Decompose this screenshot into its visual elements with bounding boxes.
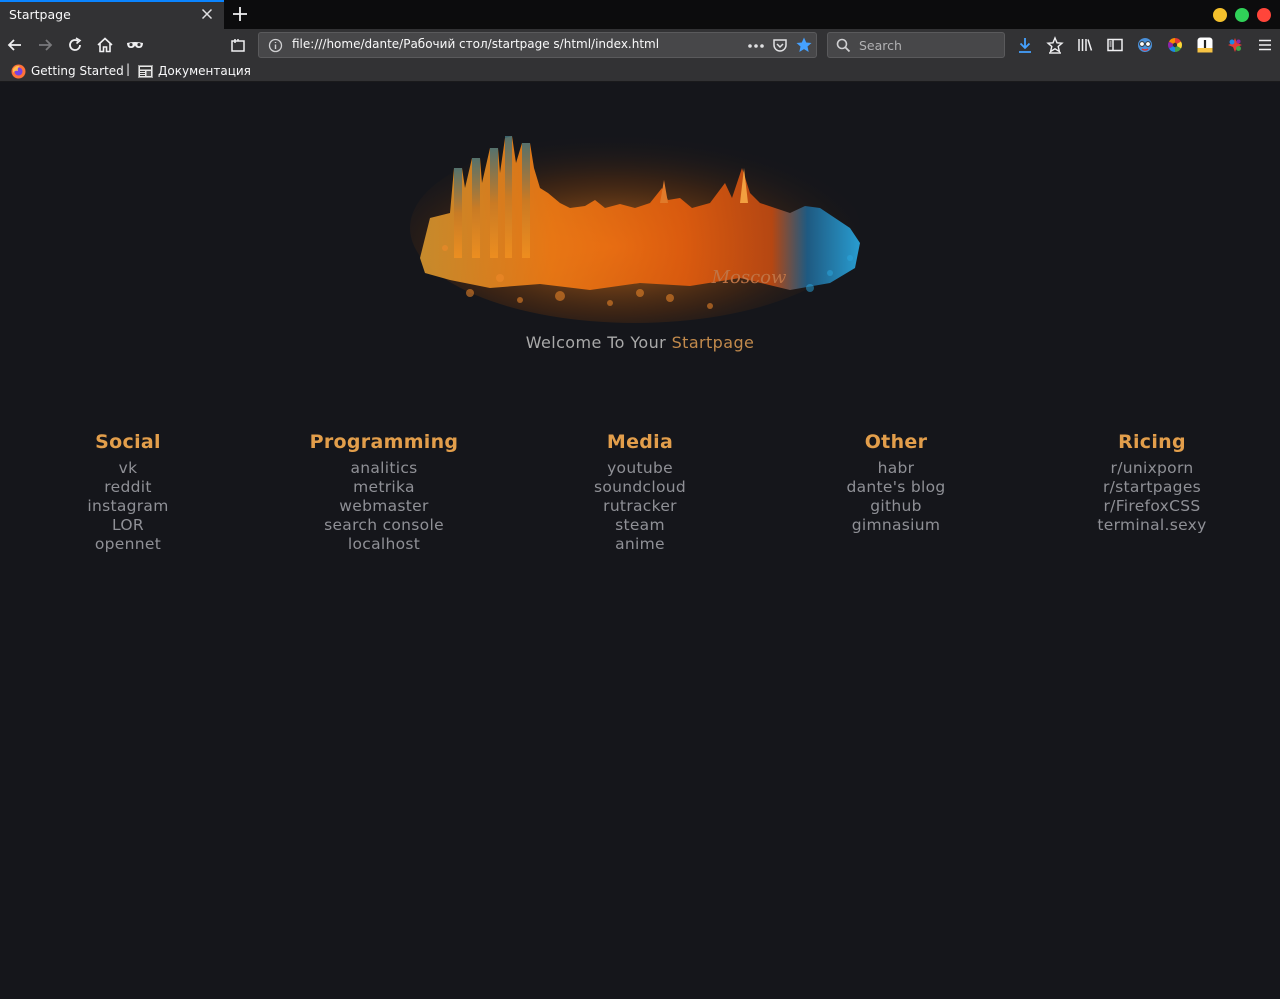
- column-programming: Programming analitics metrika webmaster …: [256, 431, 512, 554]
- bookmark-getting-started[interactable]: Getting Started: [11, 63, 124, 79]
- column-ricing: Ricing r/unixporn r/startpages r/Firefox…: [1024, 431, 1280, 535]
- bookmark-label: Документация: [158, 64, 251, 78]
- link-steam[interactable]: steam: [512, 516, 768, 535]
- bookmark-label: Getting Started: [31, 64, 124, 78]
- navigation-toolbar: file:///home/dante/Рабочий стол/startpag…: [0, 29, 1280, 61]
- link-terminal-sexy[interactable]: terminal.sexy: [1024, 516, 1280, 535]
- column-media: Media youtube soundcloud rutracker steam…: [512, 431, 768, 554]
- extension-glasses-icon[interactable]: [1135, 35, 1155, 55]
- bookmark-star-toolbar-icon[interactable]: [1045, 35, 1065, 55]
- tab-title: Startpage: [9, 7, 71, 22]
- bookmarks-toolbar: Getting Started | Документация: [0, 61, 1280, 82]
- pocket-icon[interactable]: [772, 37, 788, 53]
- bookmark-separator: |: [126, 62, 131, 76]
- sidebar-icon[interactable]: [1105, 35, 1125, 55]
- link-r-firefoxcss[interactable]: r/FirefoxCSS: [1024, 497, 1280, 516]
- minimize-button[interactable]: [1213, 8, 1227, 22]
- url-text: file:///home/dante/Рабочий стол/startpag…: [292, 37, 660, 51]
- link-opennet[interactable]: opennet: [0, 535, 256, 554]
- link-youtube[interactable]: youtube: [512, 459, 768, 478]
- link-github[interactable]: github: [768, 497, 1024, 516]
- sidebar-page-icon[interactable]: [228, 35, 248, 55]
- startpage-content: Moscow Welcome To Your Startpage Social …: [0, 82, 1280, 999]
- reload-icon[interactable]: [65, 35, 85, 55]
- menu-hamburger-icon[interactable]: [1255, 35, 1275, 55]
- private-mask-icon[interactable]: [125, 35, 145, 55]
- firefox-icon: [11, 64, 26, 78]
- color-picker-extension-icon[interactable]: [1165, 35, 1185, 55]
- link-reddit[interactable]: reddit: [0, 478, 256, 497]
- welcome-accent: Startpage: [671, 333, 755, 352]
- column-other: Other habr dante's blog github gimnasium: [768, 431, 1024, 535]
- bookmark-star-icon[interactable]: [795, 36, 813, 54]
- link-dantes-blog[interactable]: dante's blog: [768, 478, 1024, 497]
- doc-icon: [138, 64, 153, 78]
- search-icon: [836, 38, 851, 53]
- column-title: Social: [95, 431, 161, 453]
- close-tab-icon[interactable]: [199, 6, 215, 22]
- downloads-icon[interactable]: [1015, 35, 1035, 55]
- extension-puzzle-icon[interactable]: [1225, 35, 1245, 55]
- forward-icon[interactable]: [35, 35, 55, 55]
- link-soundcloud[interactable]: soundcloud: [512, 478, 768, 497]
- column-title: Ricing: [1118, 431, 1186, 453]
- link-localhost[interactable]: localhost: [256, 535, 512, 554]
- column-social: Social vk reddit instagram LOR opennet: [0, 431, 256, 554]
- link-gimnasium[interactable]: gimnasium: [768, 516, 1024, 535]
- hero-caption: Moscow: [711, 267, 787, 288]
- search-placeholder: Search: [859, 38, 902, 53]
- column-title: Programming: [309, 431, 459, 453]
- link-vk[interactable]: vk: [0, 459, 256, 478]
- column-title: Other: [864, 431, 928, 453]
- welcome-prefix: Welcome To Your: [525, 333, 667, 352]
- tab-startpage[interactable]: Startpage: [0, 0, 224, 29]
- link-instagram[interactable]: instagram: [0, 497, 256, 516]
- new-tab-icon[interactable]: [230, 4, 250, 24]
- link-habr[interactable]: habr: [768, 459, 1024, 478]
- back-icon[interactable]: [5, 35, 25, 55]
- page-actions-icon[interactable]: [747, 39, 765, 53]
- link-metrika[interactable]: metrika: [256, 478, 512, 497]
- link-anime[interactable]: anime: [512, 535, 768, 554]
- link-r-unixporn[interactable]: r/unixporn: [1024, 459, 1280, 478]
- moscow-skyline-image: Moscow: [410, 133, 860, 323]
- link-lor[interactable]: LOR: [0, 516, 256, 535]
- welcome-message: Welcome To Your Startpage: [0, 333, 1280, 352]
- link-rutracker[interactable]: rutracker: [512, 497, 768, 516]
- column-title: Media: [606, 431, 674, 453]
- link-analitics[interactable]: analitics: [256, 459, 512, 478]
- maximize-button[interactable]: [1235, 8, 1249, 22]
- info-icon[interactable]: [268, 38, 283, 53]
- link-r-startpages[interactable]: r/startpages: [1024, 478, 1280, 497]
- extension-l-icon[interactable]: [1195, 35, 1215, 55]
- library-icon[interactable]: [1075, 35, 1095, 55]
- link-webmaster[interactable]: webmaster: [256, 497, 512, 516]
- url-bar[interactable]: file:///home/dante/Рабочий стол/startpag…: [258, 32, 817, 58]
- close-window-button[interactable]: [1257, 8, 1271, 22]
- bookmark-documentation[interactable]: Документация: [138, 63, 251, 79]
- tab-strip: Startpage: [0, 0, 1280, 29]
- link-search-console[interactable]: search console: [256, 516, 512, 535]
- home-icon[interactable]: [95, 35, 115, 55]
- search-bar[interactable]: Search: [827, 32, 1005, 58]
